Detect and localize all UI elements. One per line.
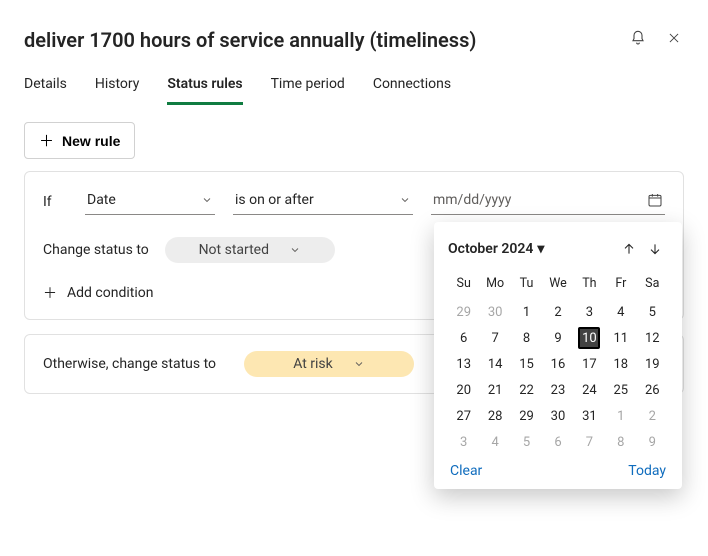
- calendar-day[interactable]: 6: [542, 429, 573, 455]
- status-value: Not started: [199, 242, 269, 258]
- calendar-day[interactable]: 26: [637, 377, 668, 403]
- calendar-day[interactable]: 21: [479, 377, 510, 403]
- otherwise-status-select[interactable]: At risk: [244, 351, 414, 377]
- date-picker: October 2024 ▾ SuMoTuWeThFrSa 2930123456…: [434, 222, 682, 489]
- chevron-down-icon: [201, 194, 213, 206]
- calendar-day[interactable]: 30: [479, 299, 510, 325]
- calendar-day[interactable]: 17: [574, 351, 605, 377]
- change-status-label: Change status to: [43, 242, 149, 258]
- calendar-day[interactable]: 6: [448, 325, 479, 351]
- tabs: Details History Status rules Time period…: [0, 56, 708, 106]
- add-condition-label: Add condition: [67, 285, 153, 301]
- calendar-grid: SuMoTuWeThFrSa 2930123456789101112131415…: [448, 272, 668, 455]
- calendar-day[interactable]: 5: [637, 299, 668, 325]
- weekday-label: Su: [448, 272, 479, 299]
- tab-status-rules[interactable]: Status rules: [167, 70, 242, 105]
- month-select[interactable]: October 2024 ▾: [448, 241, 616, 257]
- calendar-day[interactable]: 7: [574, 429, 605, 455]
- tab-connections[interactable]: Connections: [373, 70, 451, 105]
- field-select-value: Date: [87, 192, 116, 208]
- today-button[interactable]: Today: [628, 463, 666, 479]
- weekday-label: Tu: [511, 272, 542, 299]
- calendar-day[interactable]: 9: [637, 429, 668, 455]
- chevron-down-icon: [399, 194, 411, 206]
- calendar-day[interactable]: 27: [448, 403, 479, 429]
- next-month-button[interactable]: [642, 236, 668, 262]
- tab-time-period[interactable]: Time period: [271, 70, 345, 105]
- status-select[interactable]: Not started: [165, 237, 335, 263]
- plus-icon: ＋: [43, 283, 57, 303]
- date-placeholder: mm/dd/yyyy: [433, 192, 511, 208]
- calendar-day[interactable]: 31: [574, 403, 605, 429]
- operator-select[interactable]: is on or after: [233, 188, 413, 215]
- calendar-day[interactable]: 10: [574, 325, 605, 351]
- operator-select-value: is on or after: [235, 192, 314, 208]
- month-label-text: October 2024: [448, 241, 533, 257]
- calendar-icon[interactable]: [647, 192, 663, 208]
- calendar-day[interactable]: 30: [542, 403, 573, 429]
- calendar-day[interactable]: 3: [574, 299, 605, 325]
- calendar-day[interactable]: 28: [479, 403, 510, 429]
- calendar-day[interactable]: 18: [605, 351, 636, 377]
- plus-icon: ＋: [39, 130, 54, 151]
- clear-date-button[interactable]: Clear: [450, 463, 482, 479]
- prev-month-button[interactable]: [616, 236, 642, 262]
- field-select[interactable]: Date: [85, 188, 215, 215]
- weekday-label: We: [542, 272, 573, 299]
- weekday-label: Sa: [637, 272, 668, 299]
- new-rule-button[interactable]: ＋ New rule: [24, 122, 135, 159]
- calendar-day[interactable]: 4: [605, 299, 636, 325]
- weekday-label: Th: [574, 272, 605, 299]
- calendar-day[interactable]: 14: [479, 351, 510, 377]
- calendar-day[interactable]: 20: [448, 377, 479, 403]
- date-input[interactable]: mm/dd/yyyy: [431, 188, 665, 215]
- calendar-day[interactable]: 11: [605, 325, 636, 351]
- bell-icon[interactable]: [628, 28, 648, 48]
- calendar-day[interactable]: 1: [605, 403, 636, 429]
- calendar-day[interactable]: 29: [448, 299, 479, 325]
- calendar-day[interactable]: 25: [605, 377, 636, 403]
- close-icon[interactable]: [664, 28, 684, 48]
- calendar-day[interactable]: 12: [637, 325, 668, 351]
- calendar-day[interactable]: 2: [637, 403, 668, 429]
- calendar-day[interactable]: 7: [479, 325, 510, 351]
- tab-details[interactable]: Details: [24, 70, 67, 105]
- otherwise-status-value: At risk: [293, 356, 333, 372]
- weekday-label: Mo: [479, 272, 510, 299]
- caret-down-icon: ▾: [537, 241, 544, 257]
- calendar-day[interactable]: 13: [448, 351, 479, 377]
- chevron-down-icon: [289, 244, 301, 256]
- calendar-day[interactable]: 16: [542, 351, 573, 377]
- calendar-day[interactable]: 8: [605, 429, 636, 455]
- calendar-day[interactable]: 15: [511, 351, 542, 377]
- calendar-day[interactable]: 23: [542, 377, 573, 403]
- calendar-day[interactable]: 9: [542, 325, 573, 351]
- calendar-day[interactable]: 24: [574, 377, 605, 403]
- calendar-day[interactable]: 2: [542, 299, 573, 325]
- calendar-day[interactable]: 22: [511, 377, 542, 403]
- calendar-day[interactable]: 5: [511, 429, 542, 455]
- new-rule-label: New rule: [62, 133, 120, 149]
- chevron-down-icon: [353, 358, 365, 370]
- otherwise-label: Otherwise, change status to: [43, 356, 216, 372]
- weekday-label: Fr: [605, 272, 636, 299]
- calendar-day[interactable]: 1: [511, 299, 542, 325]
- calendar-day[interactable]: 29: [511, 403, 542, 429]
- calendar-day[interactable]: 8: [511, 325, 542, 351]
- calendar-day[interactable]: 3: [448, 429, 479, 455]
- calendar-day[interactable]: 19: [637, 351, 668, 377]
- page-title: deliver 1700 hours of service annually (…: [24, 28, 612, 52]
- tab-history[interactable]: History: [95, 70, 140, 105]
- if-label: If: [43, 194, 67, 210]
- calendar-day[interactable]: 4: [479, 429, 510, 455]
